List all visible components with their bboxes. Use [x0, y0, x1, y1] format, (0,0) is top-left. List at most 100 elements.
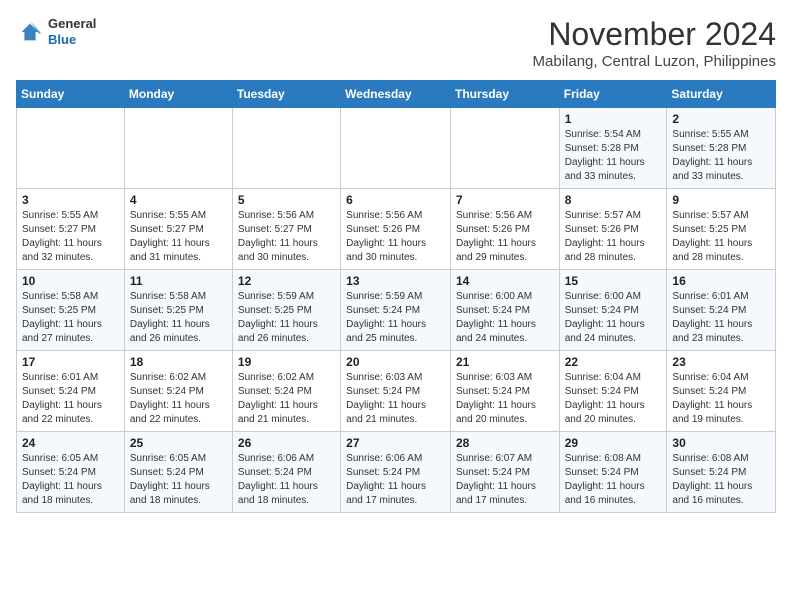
logo-icon: [16, 18, 44, 46]
weekday-header-friday: Friday: [559, 81, 667, 108]
day-info: Sunrise: 5:57 AM Sunset: 5:25 PM Dayligh…: [672, 209, 770, 265]
week-row-1: 1 Sunrise: 5:54 AM Sunset: 5:28 PM Daylig…: [17, 108, 776, 189]
calendar-cell: 29Sunrise: 6:08 AM Sunset: 5:24 PM Dayli…: [559, 432, 667, 513]
day-number: 27: [346, 436, 445, 450]
calendar-cell: 20 Sunrise: 6:03 AM Sunset: 5:24 PM Dayli…: [341, 351, 451, 432]
day-number: 23: [672, 355, 770, 369]
day-number: 16: [672, 274, 770, 288]
day-number: 29: [565, 436, 662, 450]
calendar-cell: 17 Sunrise: 6:01 AM Sunset: 5:24 PM Dayli…: [17, 351, 125, 432]
calendar-cell: 21Sunrise: 6:03 AM Sunset: 5:24 PM Dayli…: [450, 351, 559, 432]
calendar-cell: 11Sunrise: 5:58 AM Sunset: 5:25 PM Dayli…: [124, 270, 232, 351]
calendar-cell: [341, 108, 451, 189]
day-info: Sunrise: 5:59 AM Sunset: 5:25 PM Dayligh…: [238, 290, 335, 346]
day-info: Sunrise: 6:02 AM Sunset: 5:24 PM Dayligh…: [130, 371, 227, 427]
day-info: Sunrise: 5:56 AM Sunset: 5:26 PM Dayligh…: [456, 209, 554, 265]
logo-general: General: [48, 16, 96, 32]
day-number: 21: [456, 355, 554, 369]
day-number: 19: [238, 355, 335, 369]
calendar-table: SundayMondayTuesdayWednesdayThursdayFrid…: [16, 80, 776, 513]
weekday-header-sunday: Sunday: [17, 81, 125, 108]
weekday-header-monday: Monday: [124, 81, 232, 108]
week-row-2: 3 Sunrise: 5:55 AM Sunset: 5:27 PM Daylig…: [17, 189, 776, 270]
day-info: Sunrise: 6:05 AM Sunset: 5:24 PM Dayligh…: [130, 452, 227, 508]
day-number: 9: [672, 193, 770, 207]
weekday-header-row: SundayMondayTuesdayWednesdayThursdayFrid…: [17, 81, 776, 108]
day-info: Sunrise: 6:08 AM Sunset: 5:24 PM Dayligh…: [672, 452, 770, 508]
page-header: General Blue November 2024 Mabilang, Cen…: [16, 16, 776, 70]
calendar-cell: 5Sunrise: 5:56 AM Sunset: 5:27 PM Daylig…: [232, 189, 340, 270]
day-number: 3: [22, 193, 119, 207]
day-number: 25: [130, 436, 227, 450]
logo: General Blue: [16, 16, 96, 47]
day-number: 17: [22, 355, 119, 369]
calendar-cell: 7 Sunrise: 5:56 AM Sunset: 5:26 PM Daylig…: [450, 189, 559, 270]
calendar-cell: 10Sunrise: 5:58 AM Sunset: 5:25 PM Dayli…: [17, 270, 125, 351]
title-block: November 2024 Mabilang, Central Luzon, P…: [533, 16, 776, 70]
calendar-cell: 28 Sunrise: 6:07 AM Sunset: 5:24 PM Dayli…: [450, 432, 559, 513]
logo-text: General Blue: [48, 16, 96, 47]
calendar-cell: 23 Sunrise: 6:04 AM Sunset: 5:24 PM Dayli…: [667, 351, 776, 432]
day-info: Sunrise: 6:01 AM Sunset: 5:24 PM Dayligh…: [22, 371, 119, 427]
location-subtitle: Mabilang, Central Luzon, Philippines: [533, 53, 776, 70]
day-info: Sunrise: 5:55 AM Sunset: 5:27 PM Dayligh…: [22, 209, 119, 265]
day-info: Sunrise: 5:58 AM Sunset: 5:25 PM Dayligh…: [130, 290, 227, 346]
day-number: 7: [456, 193, 554, 207]
weekday-header-thursday: Thursday: [450, 81, 559, 108]
calendar-cell: 1 Sunrise: 5:54 AM Sunset: 5:28 PM Daylig…: [559, 108, 667, 189]
day-number: 12: [238, 274, 335, 288]
day-info: Sunrise: 6:07 AM Sunset: 5:24 PM Dayligh…: [456, 452, 554, 508]
day-number: 15: [565, 274, 662, 288]
day-number: 24: [22, 436, 119, 450]
calendar-cell: [232, 108, 340, 189]
calendar-cell: 9 Sunrise: 5:57 AM Sunset: 5:25 PM Daylig…: [667, 189, 776, 270]
day-number: 14: [456, 274, 554, 288]
calendar-cell: 26 Sunrise: 6:06 AM Sunset: 5:24 PM Dayli…: [232, 432, 340, 513]
calendar-cell: 13Sunrise: 5:59 AM Sunset: 5:24 PM Dayli…: [341, 270, 451, 351]
calendar-cell: 14 Sunrise: 6:00 AM Sunset: 5:24 PM Dayli…: [450, 270, 559, 351]
day-info: Sunrise: 6:03 AM Sunset: 5:24 PM Dayligh…: [346, 371, 445, 427]
day-info: Sunrise: 6:00 AM Sunset: 5:24 PM Dayligh…: [456, 290, 554, 346]
day-info: Sunrise: 6:00 AM Sunset: 5:24 PM Dayligh…: [565, 290, 662, 346]
day-info: Sunrise: 5:56 AM Sunset: 5:26 PM Dayligh…: [346, 209, 445, 265]
calendar-cell: 4 Sunrise: 5:55 AM Sunset: 5:27 PM Daylig…: [124, 189, 232, 270]
calendar-cell: 30Sunrise: 6:08 AM Sunset: 5:24 PM Dayli…: [667, 432, 776, 513]
calendar-cell: 25 Sunrise: 6:05 AM Sunset: 5:24 PM Dayli…: [124, 432, 232, 513]
calendar-cell: 27Sunrise: 6:06 AM Sunset: 5:24 PM Dayli…: [341, 432, 451, 513]
month-year-title: November 2024: [533, 16, 776, 53]
day-info: Sunrise: 6:05 AM Sunset: 5:24 PM Dayligh…: [22, 452, 119, 508]
calendar-cell: [124, 108, 232, 189]
day-number: 1: [565, 112, 662, 126]
week-row-4: 17 Sunrise: 6:01 AM Sunset: 5:24 PM Dayli…: [17, 351, 776, 432]
calendar-cell: 3 Sunrise: 5:55 AM Sunset: 5:27 PM Daylig…: [17, 189, 125, 270]
week-row-5: 24 Sunrise: 6:05 AM Sunset: 5:24 PM Dayli…: [17, 432, 776, 513]
day-number: 10: [22, 274, 119, 288]
calendar-cell: 18 Sunrise: 6:02 AM Sunset: 5:24 PM Dayli…: [124, 351, 232, 432]
calendar-cell: 12 Sunrise: 5:59 AM Sunset: 5:25 PM Dayli…: [232, 270, 340, 351]
calendar-cell: 8 Sunrise: 5:57 AM Sunset: 5:26 PM Daylig…: [559, 189, 667, 270]
calendar-cell: 24 Sunrise: 6:05 AM Sunset: 5:24 PM Dayli…: [17, 432, 125, 513]
calendar-cell: 19Sunrise: 6:02 AM Sunset: 5:24 PM Dayli…: [232, 351, 340, 432]
day-info: Sunrise: 5:59 AM Sunset: 5:24 PM Dayligh…: [346, 290, 445, 346]
day-number: 22: [565, 355, 662, 369]
day-number: 20: [346, 355, 445, 369]
weekday-header-saturday: Saturday: [667, 81, 776, 108]
day-info: Sunrise: 5:55 AM Sunset: 5:28 PM Dayligh…: [672, 128, 770, 184]
day-info: Sunrise: 6:04 AM Sunset: 5:24 PM Dayligh…: [672, 371, 770, 427]
calendar-cell: 6 Sunrise: 5:56 AM Sunset: 5:26 PM Daylig…: [341, 189, 451, 270]
weekday-header-wednesday: Wednesday: [341, 81, 451, 108]
day-number: 8: [565, 193, 662, 207]
day-number: 6: [346, 193, 445, 207]
day-info: Sunrise: 6:04 AM Sunset: 5:24 PM Dayligh…: [565, 371, 662, 427]
day-number: 18: [130, 355, 227, 369]
day-number: 28: [456, 436, 554, 450]
day-info: Sunrise: 5:55 AM Sunset: 5:27 PM Dayligh…: [130, 209, 227, 265]
calendar-cell: 16Sunrise: 6:01 AM Sunset: 5:24 PM Dayli…: [667, 270, 776, 351]
day-info: Sunrise: 6:06 AM Sunset: 5:24 PM Dayligh…: [238, 452, 335, 508]
day-number: 5: [238, 193, 335, 207]
day-number: 26: [238, 436, 335, 450]
calendar-cell: [17, 108, 125, 189]
day-info: Sunrise: 5:54 AM Sunset: 5:28 PM Dayligh…: [565, 128, 662, 184]
day-number: 4: [130, 193, 227, 207]
day-info: Sunrise: 5:57 AM Sunset: 5:26 PM Dayligh…: [565, 209, 662, 265]
